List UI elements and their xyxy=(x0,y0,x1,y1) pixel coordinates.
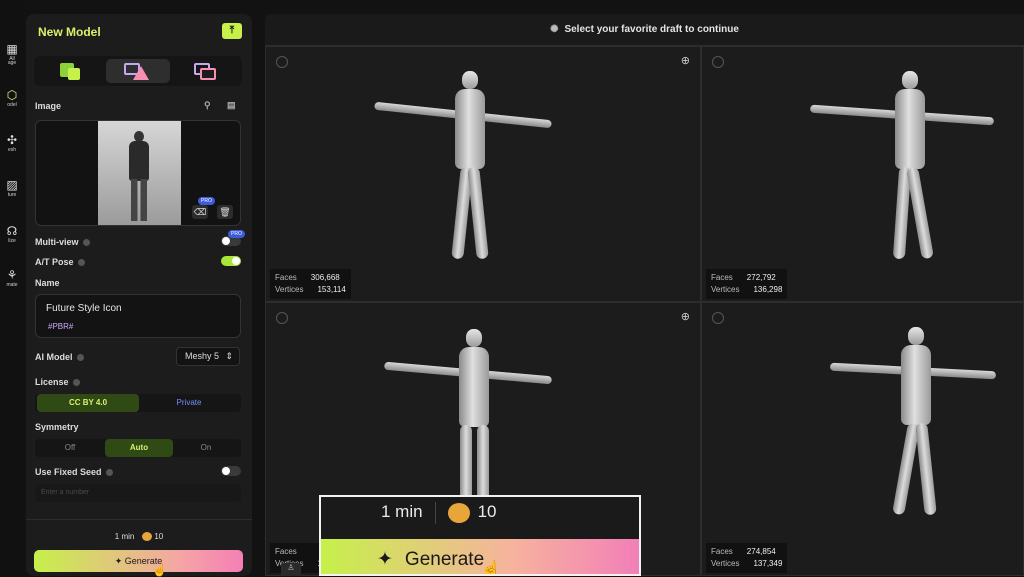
reference-image xyxy=(98,121,181,225)
symmetry-option-auto[interactable]: Auto xyxy=(105,439,173,457)
cursor-icon: ☝ xyxy=(152,563,167,577)
symmetry-option-on[interactable]: On xyxy=(173,439,239,457)
rail-item-texture[interactable]: ▨ ture xyxy=(0,178,24,198)
seed-toggle[interactable] xyxy=(221,466,241,476)
info-icon xyxy=(82,239,90,247)
image-dropzone[interactable]: ⌫ 🗑 PRO xyxy=(35,120,241,226)
atpose-label: A/T Pose xyxy=(35,257,85,267)
draft-radio[interactable] xyxy=(276,312,288,324)
license-option-cc[interactable]: CC BY 4.0 xyxy=(37,394,139,412)
draft-radio[interactable] xyxy=(712,56,724,68)
multiview-label: Multi-view xyxy=(35,237,90,247)
erase-icon[interactable]: ⌫ xyxy=(192,205,208,219)
zoom-icon[interactable]: ⊕ xyxy=(681,54,690,67)
model-preview xyxy=(374,67,554,287)
rail-item-remesh[interactable]: ✣ esh xyxy=(0,133,24,153)
name-tag: #PBR# xyxy=(48,322,74,331)
tab-image-to-3d[interactable] xyxy=(106,59,170,83)
drafts-area: ✺ Select your favorite draft to continue … xyxy=(265,14,1024,576)
draft-radio[interactable] xyxy=(276,56,288,68)
draft-card-1[interactable]: ⊕ Faces 306,668 Vertices 153,114 xyxy=(265,46,701,302)
figure-thumb-icon[interactable]: ♙ xyxy=(281,563,301,576)
rail-item-animate[interactable]: ⚘ mate xyxy=(0,268,24,288)
tab-text-to-3d[interactable] xyxy=(38,59,102,83)
panel-title: New Model xyxy=(38,25,101,39)
loading-icon: ✺ xyxy=(550,24,559,35)
ai-model-select[interactable]: Meshy 5 ⇕ xyxy=(176,347,240,366)
rail-item-stylize[interactable]: ☊ lize xyxy=(0,224,24,244)
images-icon xyxy=(200,68,216,80)
mesh-stats: Faces 272,792 Vertices 136,298 xyxy=(706,269,788,299)
generate-button[interactable]: ✦ Generate xyxy=(34,550,243,572)
license-label: License xyxy=(35,377,80,387)
zoom-icon[interactable]: ⊕ xyxy=(681,310,690,323)
mesh-icon: ✣ xyxy=(6,133,18,147)
ai-model-label: AI Model xyxy=(35,352,84,362)
info-icon xyxy=(105,469,113,477)
draft-card-2[interactable]: Faces 272,792 Vertices 136,298 xyxy=(701,46,1024,302)
texture-icon: ▨ xyxy=(6,178,18,192)
credit-coin-icon xyxy=(447,502,470,523)
symmetry-label: Symmetry xyxy=(35,422,79,432)
top-bar xyxy=(0,0,1024,12)
seed-input[interactable]: Enter a number xyxy=(35,484,241,502)
gallery-icon[interactable]: ▤ xyxy=(227,100,236,111)
symmetry-option-off[interactable]: Off xyxy=(37,439,103,457)
nav-rail: ▦ All age ⬡ odel ✣ esh ▨ ture ☊ lize ⚘ mate xyxy=(0,0,24,576)
upload-icon: ⤒ xyxy=(229,25,235,36)
name-value: Future Style Icon xyxy=(46,303,122,314)
mesh-stats: Faces 306,668 Vertices 153,114 xyxy=(270,269,351,299)
name-label: Name xyxy=(35,278,60,288)
info-icon xyxy=(72,379,80,387)
delete-icon[interactable]: 🗑 xyxy=(217,205,233,219)
symmetry-selector: Off Auto On xyxy=(35,439,241,457)
info-icon xyxy=(77,259,85,267)
draft-radio[interactable] xyxy=(712,312,724,324)
atpose-toggle[interactable] xyxy=(221,256,241,266)
divider xyxy=(26,519,252,520)
zoomed-generate-callout: 1 min 10 ✦ Generate ☝ xyxy=(319,495,641,576)
credit-coin-icon xyxy=(142,532,153,542)
upload-button[interactable]: ⤒ xyxy=(222,23,242,39)
rail-item-image[interactable]: age xyxy=(0,60,24,66)
info-icon xyxy=(76,354,84,362)
pro-badge: PRO xyxy=(228,230,245,238)
mesh-stats: Faces 274,854 Vertices 137,349 xyxy=(706,543,788,573)
image-label: Image xyxy=(35,101,62,111)
tab-multi-image[interactable] xyxy=(174,59,238,83)
chevron-updown-icon: ⇕ xyxy=(225,351,233,361)
rail-item-model[interactable]: ⬡ odel xyxy=(0,88,24,108)
stylize-icon: ☊ xyxy=(6,224,18,238)
rail-item-all[interactable]: ▦ All xyxy=(0,42,24,62)
cost-summary: 1 min 10 xyxy=(114,532,164,542)
animate-icon: ⚘ xyxy=(6,268,18,282)
cone-icon xyxy=(133,66,149,80)
draft-card-4[interactable]: Faces 274,854 Vertices 137,349 xyxy=(701,302,1024,576)
sparkle-icon: ✦ xyxy=(114,556,125,566)
drafts-header: ✺ Select your favorite draft to continue xyxy=(265,14,1024,46)
license-selector: CC BY 4.0 Private xyxy=(35,394,241,412)
model-preview xyxy=(829,325,1000,565)
grid-icon: ▦ xyxy=(6,42,18,56)
seed-label: Use Fixed Seed xyxy=(35,467,113,477)
mode-tabs xyxy=(34,56,242,86)
sparkle-icon: ✦ xyxy=(377,549,393,570)
cube-icon: ⬡ xyxy=(6,88,18,102)
pro-badge: PRO xyxy=(198,197,215,205)
model-preview xyxy=(809,67,1000,287)
cube-icon xyxy=(68,68,80,80)
pin-icon[interactable]: ⚲ xyxy=(204,100,211,111)
cost-summary-zoom: 1 min 10 xyxy=(321,497,639,537)
generate-button-zoom[interactable]: ✦ Generate xyxy=(321,539,639,574)
license-option-private[interactable]: Private xyxy=(139,394,239,412)
settings-panel: New Model ⤒ Image ⚲ ▤ ⌫ 🗑 PRO Multi-view… xyxy=(26,14,252,576)
name-input[interactable]: Future Style Icon #PBR# xyxy=(35,294,241,338)
cursor-icon: ☝ xyxy=(481,561,501,576)
